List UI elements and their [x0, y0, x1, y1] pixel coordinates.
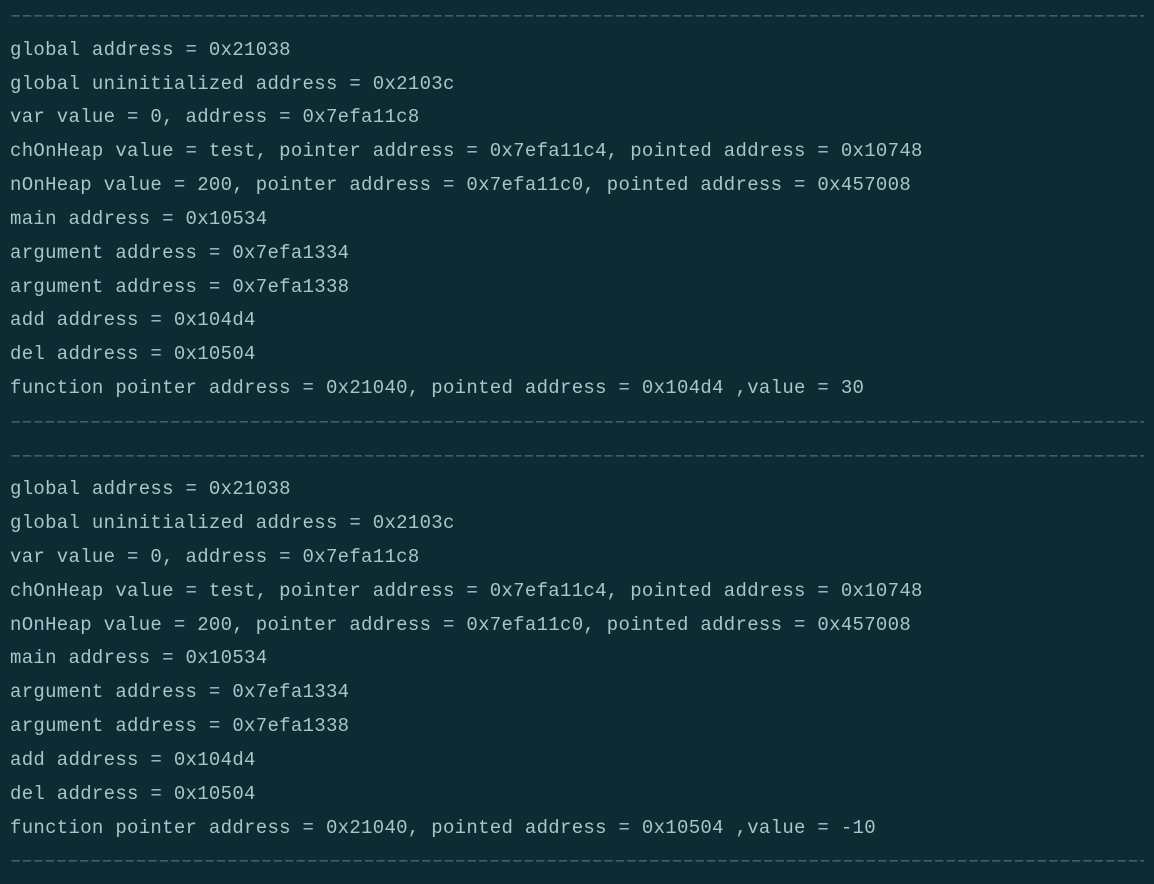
output-line: chOnHeap value = test, pointer address =… [10, 575, 1144, 609]
output-line: nOnHeap value = 200, pointer address = 0… [10, 609, 1144, 643]
output-block-1: ––––––––––––––––––––––––––––––––––––––––… [10, 0, 1144, 440]
output-line: global uninitialized address = 0x2103c [10, 68, 1144, 102]
output-line: main address = 0x10534 [10, 203, 1144, 237]
output-line: argument address = 0x7efa1338 [10, 271, 1144, 305]
output-line: function pointer address = 0x21040, poin… [10, 372, 1144, 406]
output-block-2: ––––––––––––––––––––––––––––––––––––––––… [10, 440, 1144, 880]
output-line: global address = 0x21038 [10, 34, 1144, 68]
output-line: del address = 0x10504 [10, 338, 1144, 372]
output-line: argument address = 0x7efa1334 [10, 237, 1144, 271]
output-line: argument address = 0x7efa1334 [10, 676, 1144, 710]
divider-top-1: ––––––––––––––––––––––––––––––––––––––––… [10, 0, 1144, 34]
output-line: global uninitialized address = 0x2103c [10, 507, 1144, 541]
divider-bottom-1: ––––––––––––––––––––––––––––––––––––––––… [10, 406, 1144, 440]
output-line: function pointer address = 0x21040, poin… [10, 812, 1144, 846]
output-line: del address = 0x10504 [10, 778, 1144, 812]
divider-bottom-2: ––––––––––––––––––––––––––––––––––––––––… [10, 845, 1144, 879]
output-line: main address = 0x10534 [10, 642, 1144, 676]
output-line: var value = 0, address = 0x7efa11c8 [10, 101, 1144, 135]
output-line: nOnHeap value = 200, pointer address = 0… [10, 169, 1144, 203]
output-line: argument address = 0x7efa1338 [10, 710, 1144, 744]
output-line: add address = 0x104d4 [10, 744, 1144, 778]
output-line: var value = 0, address = 0x7efa11c8 [10, 541, 1144, 575]
output-line: add address = 0x104d4 [10, 304, 1144, 338]
divider-top-2: ––––––––––––––––––––––––––––––––––––––––… [10, 440, 1144, 474]
output-line: global address = 0x21038 [10, 473, 1144, 507]
output-line: chOnHeap value = test, pointer address =… [10, 135, 1144, 169]
